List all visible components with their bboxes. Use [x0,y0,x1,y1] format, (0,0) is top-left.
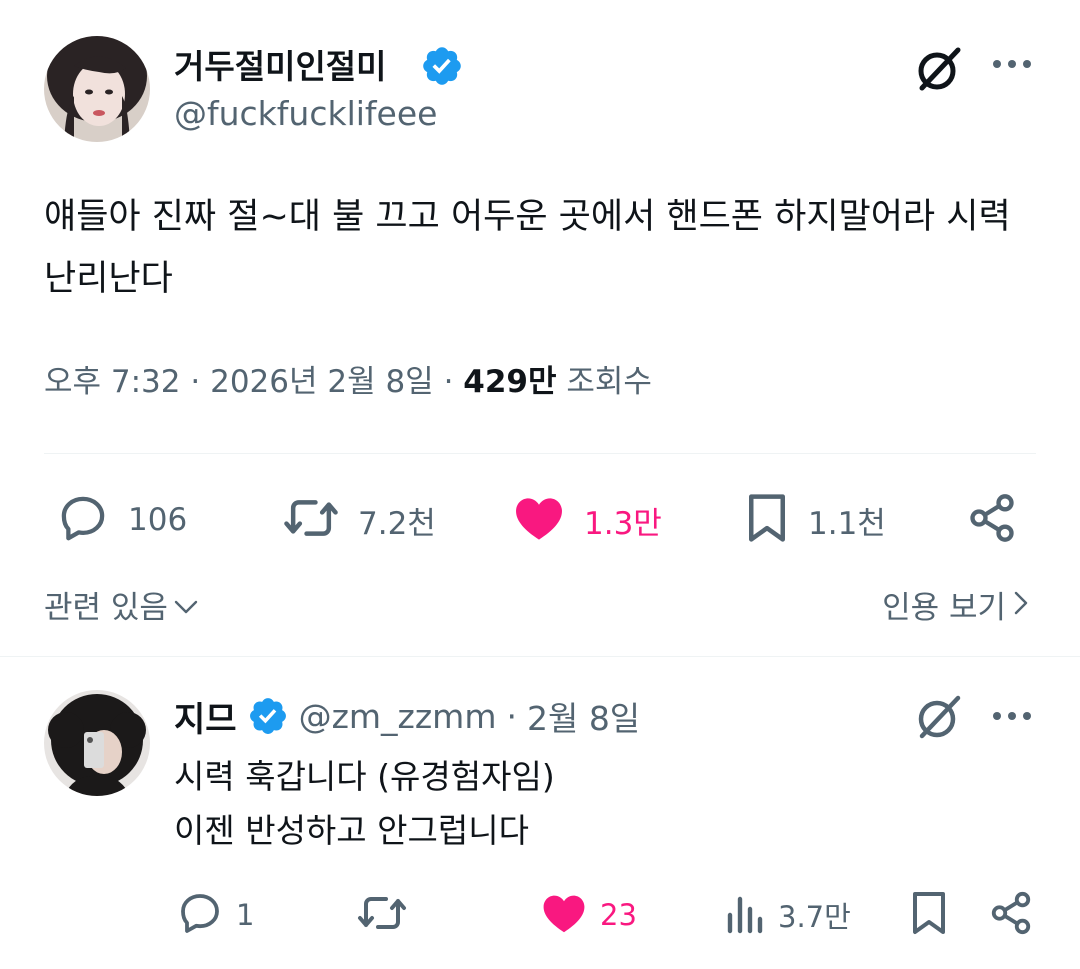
views-count[interactable]: 429만 [463,364,556,400]
meta-separator: · [190,364,211,400]
reply-author-avatar[interactable] [44,690,150,796]
like-button[interactable]: 23 [540,890,637,940]
reply-button[interactable]: 1 [176,890,254,940]
grok-icon[interactable] [910,40,968,98]
chevron-down-icon [174,587,198,623]
retweet-icon [356,889,408,941]
retweet-button[interactable] [356,890,408,940]
related-label: 관련 있음 [44,590,168,626]
related-toggle[interactable]: 관련 있음 [44,582,198,627]
chevron-right-icon [1014,587,1028,623]
views-icon [726,891,766,939]
more-icon[interactable] [984,42,1040,86]
retweet-button[interactable]: 7.2천 [282,492,436,548]
retweet-count: 7.2천 [358,505,436,542]
reply-icon [56,491,110,549]
author-name[interactable]: 거두절미인절미 [174,40,387,88]
view-quotes-link[interactable]: 인용 보기 [882,582,1028,627]
reply-count: 1 [236,898,255,932]
reply-author-name[interactable]: 지므 [174,692,237,741]
like-count: 23 [600,898,637,932]
tweet-date[interactable]: 2026년 2월 8일 [210,364,434,400]
meta-separator: · [506,696,517,736]
reply-count: 106 [128,502,188,538]
more-icon[interactable] [984,694,1040,738]
divider [0,656,1080,657]
tweet-meta: 오후 7:32 · 2026년 2월 8일 · 429만 조회수 [44,356,652,401]
tweet-time[interactable]: 오후 7:32 [44,364,181,400]
verified-badge-icon [247,695,289,737]
retweet-icon [282,491,340,549]
views-label: 조회수 [566,364,652,400]
like-count: 1.3만 [584,505,662,542]
reply-date[interactable]: 2월 8일 [527,692,640,740]
bookmark-icon [744,491,790,549]
bookmark-button[interactable] [908,890,950,940]
bookmark-count: 1.1천 [808,505,886,542]
bookmark-icon [908,889,950,941]
verified-badge-icon [420,44,464,88]
heart-icon [512,491,566,549]
share-icon [966,492,1018,548]
author-avatar[interactable] [44,36,150,142]
meta-separator: · [443,364,464,400]
reply-icon [176,889,224,941]
reply-author-handle[interactable]: @zm_zzmm [299,697,497,736]
reply-header: 지므 @zm_zzmm · 2월 8일 [174,692,640,741]
reply-text: 시력 훅갑니다 (유경험자임) 이젠 반성하고 안그럽니다 [174,757,555,850]
share-icon [988,890,1034,940]
tweet-text: 얘들아 진짜 절~대 불 끄고 어두운 곳에서 핸드폰 하지말어라 시력 난리난… [44,197,1011,299]
views-button[interactable]: 3.7만 [726,890,851,940]
grok-icon[interactable] [910,688,968,746]
quotes-label: 인용 보기 [882,590,1006,626]
divider [44,453,1036,454]
reply-button[interactable]: 106 [56,492,187,548]
share-button[interactable] [988,890,1034,940]
bookmark-button[interactable]: 1.1천 [744,492,886,548]
views-count: 3.7만 [778,900,851,934]
heart-icon [540,889,588,941]
share-button[interactable] [966,492,1024,548]
author-handle[interactable]: @fuckfucklifeee [174,94,437,133]
like-button[interactable]: 1.3만 [512,492,662,548]
